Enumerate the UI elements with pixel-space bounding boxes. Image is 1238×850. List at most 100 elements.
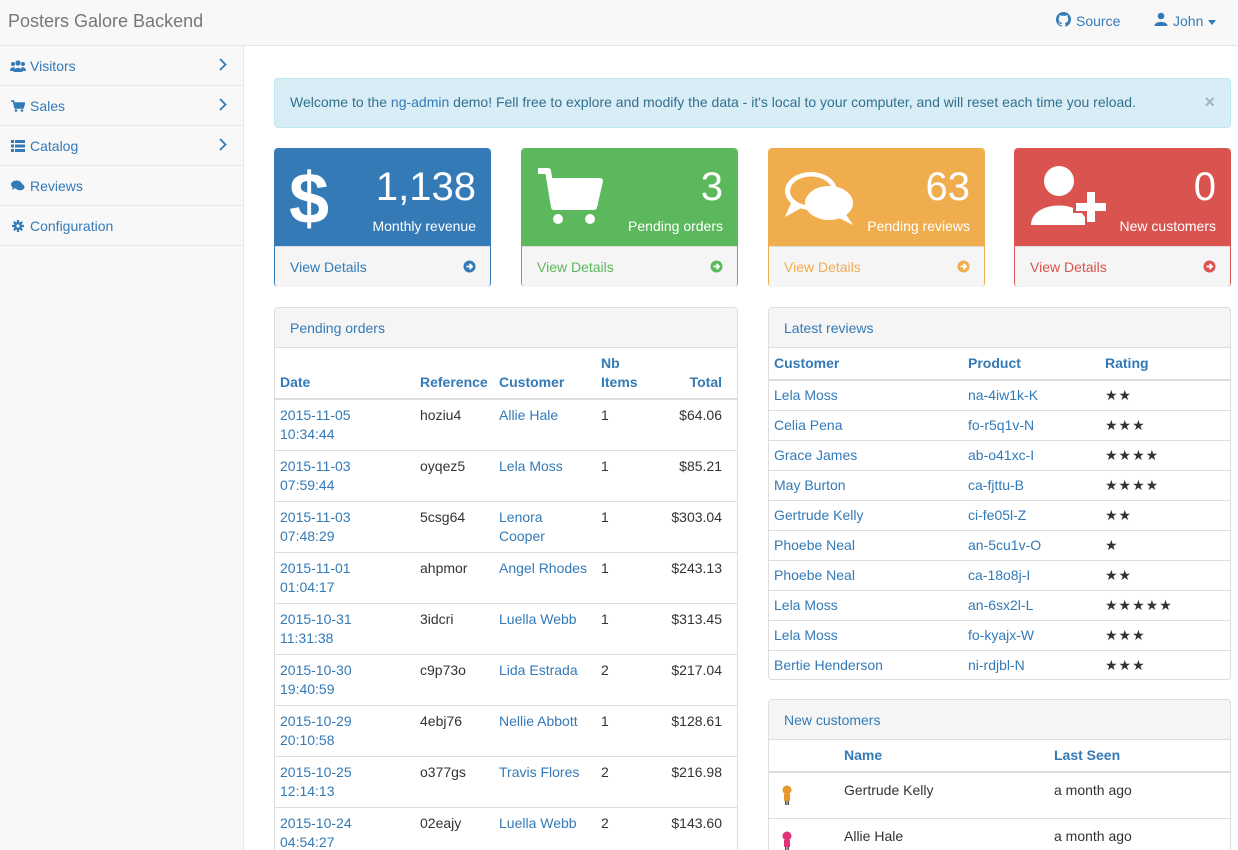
review-customer-link[interactable]: Lela Moss	[774, 597, 838, 613]
sidebar-item-configuration[interactable]: Configuration	[0, 206, 243, 246]
column-header-last-seen[interactable]: Last Seen	[1049, 740, 1230, 773]
order-customer-link[interactable]: Luella Webb	[499, 611, 577, 627]
order-customer-link[interactable]: Travis Flores	[499, 764, 579, 780]
view-details-link[interactable]: View Details	[522, 246, 737, 287]
order-date-link[interactable]: 2015-10-30 19:40:59	[280, 662, 352, 697]
table-row[interactable]: Gertrude Kelly a month ago	[769, 771, 1230, 819]
order-date-link[interactable]: 2015-10-31 11:31:38	[280, 611, 352, 646]
sidebar-item-reviews[interactable]: Reviews	[0, 166, 243, 206]
chevron-right-icon	[219, 98, 227, 114]
table-row[interactable]: 2015-10-24 04:54:27 02eajy Luella Webb 2 $143…	[275, 807, 737, 850]
review-product-link[interactable]: an-6sx2l-L	[968, 597, 1033, 613]
review-customer-link[interactable]: Celia Pena	[774, 417, 843, 433]
table-row[interactable]: 2015-10-25 12:14:13 o377gs Travis Flores 2 $2…	[275, 756, 737, 808]
table-row[interactable]: Lela Moss na-4iw1k-K ★★	[769, 379, 1230, 411]
order-customer-link[interactable]: Lida Estrada	[499, 662, 578, 678]
table-row[interactable]: Gertrude Kelly ci-fe05l-Z ★★	[769, 500, 1230, 531]
column-header-rating[interactable]: Rating	[1100, 348, 1230, 381]
review-customer-link[interactable]: May Burton	[774, 477, 846, 493]
view-details-link[interactable]: View Details	[275, 246, 490, 287]
pending-reviews-card: 63 Pending reviews View Details	[768, 148, 985, 287]
order-date-link[interactable]: 2015-11-03 07:48:29	[280, 509, 351, 544]
column-header-nb-items[interactable]: Nb Items	[596, 348, 654, 400]
order-date-link[interactable]: 2015-11-03 07:59:44	[280, 458, 351, 493]
column-header-customer[interactable]: Customer	[494, 348, 596, 400]
table-row[interactable]: Phoebe Neal ca-18o8j-I ★★	[769, 560, 1230, 591]
order-total: $243.13	[654, 552, 737, 604]
review-product-link[interactable]: ab-o41xc-I	[968, 447, 1034, 463]
table-row[interactable]: 2015-11-05 10:34:44 hoziu4 Allie Hale 1 $64.0…	[275, 398, 737, 451]
column-header-customer[interactable]: Customer	[769, 348, 963, 381]
dollar-icon: $	[287, 159, 331, 239]
pending-orders-panel: Pending orders Date Reference Customer N…	[274, 307, 738, 850]
review-product-link[interactable]: fo-kyajx-W	[968, 627, 1034, 643]
review-customer-link[interactable]: Lela Moss	[774, 387, 838, 403]
review-customer-link[interactable]: Gertrude Kelly	[774, 507, 863, 523]
table-row[interactable]: May Burton ca-fjttu-B ★★★★	[769, 470, 1230, 501]
order-total: $217.04	[654, 654, 737, 706]
app-title[interactable]: Posters Galore Backend	[8, 11, 203, 32]
order-date-link[interactable]: 2015-10-24 04:54:27	[280, 815, 352, 850]
card-header: 63 Pending reviews	[769, 149, 984, 246]
table-row[interactable]: Lela Moss fo-kyajx-W ★★★	[769, 620, 1230, 651]
sidebar-item-catalog[interactable]: Catalog	[0, 126, 243, 166]
column-header-product[interactable]: Product	[963, 348, 1100, 381]
review-product-link[interactable]: na-4iw1k-K	[968, 387, 1038, 403]
close-alert-button[interactable]: ×	[1204, 92, 1215, 113]
view-details-link[interactable]: View Details	[1015, 246, 1230, 287]
order-customer-link[interactable]: Lenora Cooper	[499, 509, 545, 544]
pending-orders-table: Date Reference Customer Nb Items Total 20…	[275, 348, 737, 850]
sidebar-item-visitors[interactable]: Visitors	[0, 46, 243, 86]
latest-reviews-table: Customer Product Rating Lela Moss na-4iw1…	[769, 348, 1230, 679]
user-menu-toggle[interactable]: John	[1154, 12, 1217, 29]
order-customer-link[interactable]: Allie Hale	[499, 407, 558, 423]
review-product-link[interactable]: ni-rdjbl-N	[968, 657, 1025, 673]
order-total: $85.21	[654, 450, 737, 502]
review-customer-link[interactable]: Phoebe Neal	[774, 567, 855, 583]
table-row[interactable]: 2015-11-03 07:48:29 5csg64 Lenora Cooper 1 $3…	[275, 501, 737, 553]
card-label: New customers	[1119, 218, 1216, 234]
column-header-name[interactable]: Name	[839, 740, 1049, 773]
review-product-link[interactable]: an-5cu1v-O	[968, 537, 1041, 553]
table-row[interactable]: 2015-10-29 20:10:58 4ebj76 Nellie Abbott 1 $1…	[275, 705, 737, 757]
column-header-date[interactable]: Date	[275, 348, 415, 400]
order-customer-link[interactable]: Angel Rhodes	[499, 560, 587, 576]
table-row[interactable]: 2015-11-01 01:04:17 ahpmor Angel Rhodes 1 $24…	[275, 552, 737, 604]
table-row[interactable]: 2015-10-30 19:40:59 c9p73o Lida Estrada 2 $21…	[275, 654, 737, 706]
card-value: 0	[1193, 165, 1216, 209]
order-date-link[interactable]: 2015-11-05 10:34:44	[280, 407, 351, 442]
order-date-link[interactable]: 2015-10-29 20:10:58	[280, 713, 352, 748]
source-link[interactable]: Source	[1056, 12, 1120, 30]
ng-admin-link[interactable]: ng-admin	[391, 94, 449, 110]
review-product-link[interactable]: ca-18o8j-I	[968, 567, 1030, 583]
review-product-link[interactable]: fo-r5q1v-N	[968, 417, 1034, 433]
review-customer-link[interactable]: Lela Moss	[774, 627, 838, 643]
order-reference: 5csg64	[415, 501, 494, 553]
table-row[interactable]: Grace James ab-o41xc-I ★★★★	[769, 440, 1230, 471]
order-customer-link[interactable]: Nellie Abbott	[499, 713, 578, 729]
column-header-reference[interactable]: Reference	[415, 348, 494, 400]
table-row[interactable]: 2015-10-31 11:31:38 3idcri Luella Webb 1 $313…	[275, 603, 737, 655]
view-details-link[interactable]: View Details	[769, 246, 984, 287]
order-date-link[interactable]: 2015-10-25 12:14:13	[280, 764, 352, 799]
table-row[interactable]: 2015-11-03 07:59:44 oyqez5 Lela Moss 1 $85.21	[275, 450, 737, 502]
review-customer-link[interactable]: Grace James	[774, 447, 857, 463]
table-row[interactable]: Lela Moss an-6sx2l-L ★★★★★	[769, 590, 1230, 621]
order-date-link[interactable]: 2015-11-01 01:04:17	[280, 560, 351, 595]
review-customer-link[interactable]: Phoebe Neal	[774, 537, 855, 553]
review-product-link[interactable]: ci-fe05l-Z	[968, 507, 1026, 523]
order-time: 10:34:44	[280, 426, 335, 442]
sidebar-item-label: Visitors	[30, 57, 76, 74]
column-header-total[interactable]: Total	[654, 348, 737, 400]
table-row[interactable]: Phoebe Neal an-5cu1v-O ★	[769, 530, 1230, 561]
monthly-revenue-card: $ 1,138 Monthly revenue View Details	[274, 148, 491, 287]
list-icon	[10, 139, 26, 153]
sidebar-item-sales[interactable]: Sales	[0, 86, 243, 126]
review-product-link[interactable]: ca-fjttu-B	[968, 477, 1024, 493]
table-row[interactable]: Celia Pena fo-r5q1v-N ★★★	[769, 410, 1230, 441]
order-customer-link[interactable]: Luella Webb	[499, 815, 577, 831]
table-row[interactable]: Allie Hale a month ago	[769, 818, 1230, 850]
order-customer-link[interactable]: Lela Moss	[499, 458, 563, 474]
table-row[interactable]: Bertie Henderson ni-rdjbl-N ★★★	[769, 650, 1230, 679]
review-customer-link[interactable]: Bertie Henderson	[774, 657, 883, 673]
